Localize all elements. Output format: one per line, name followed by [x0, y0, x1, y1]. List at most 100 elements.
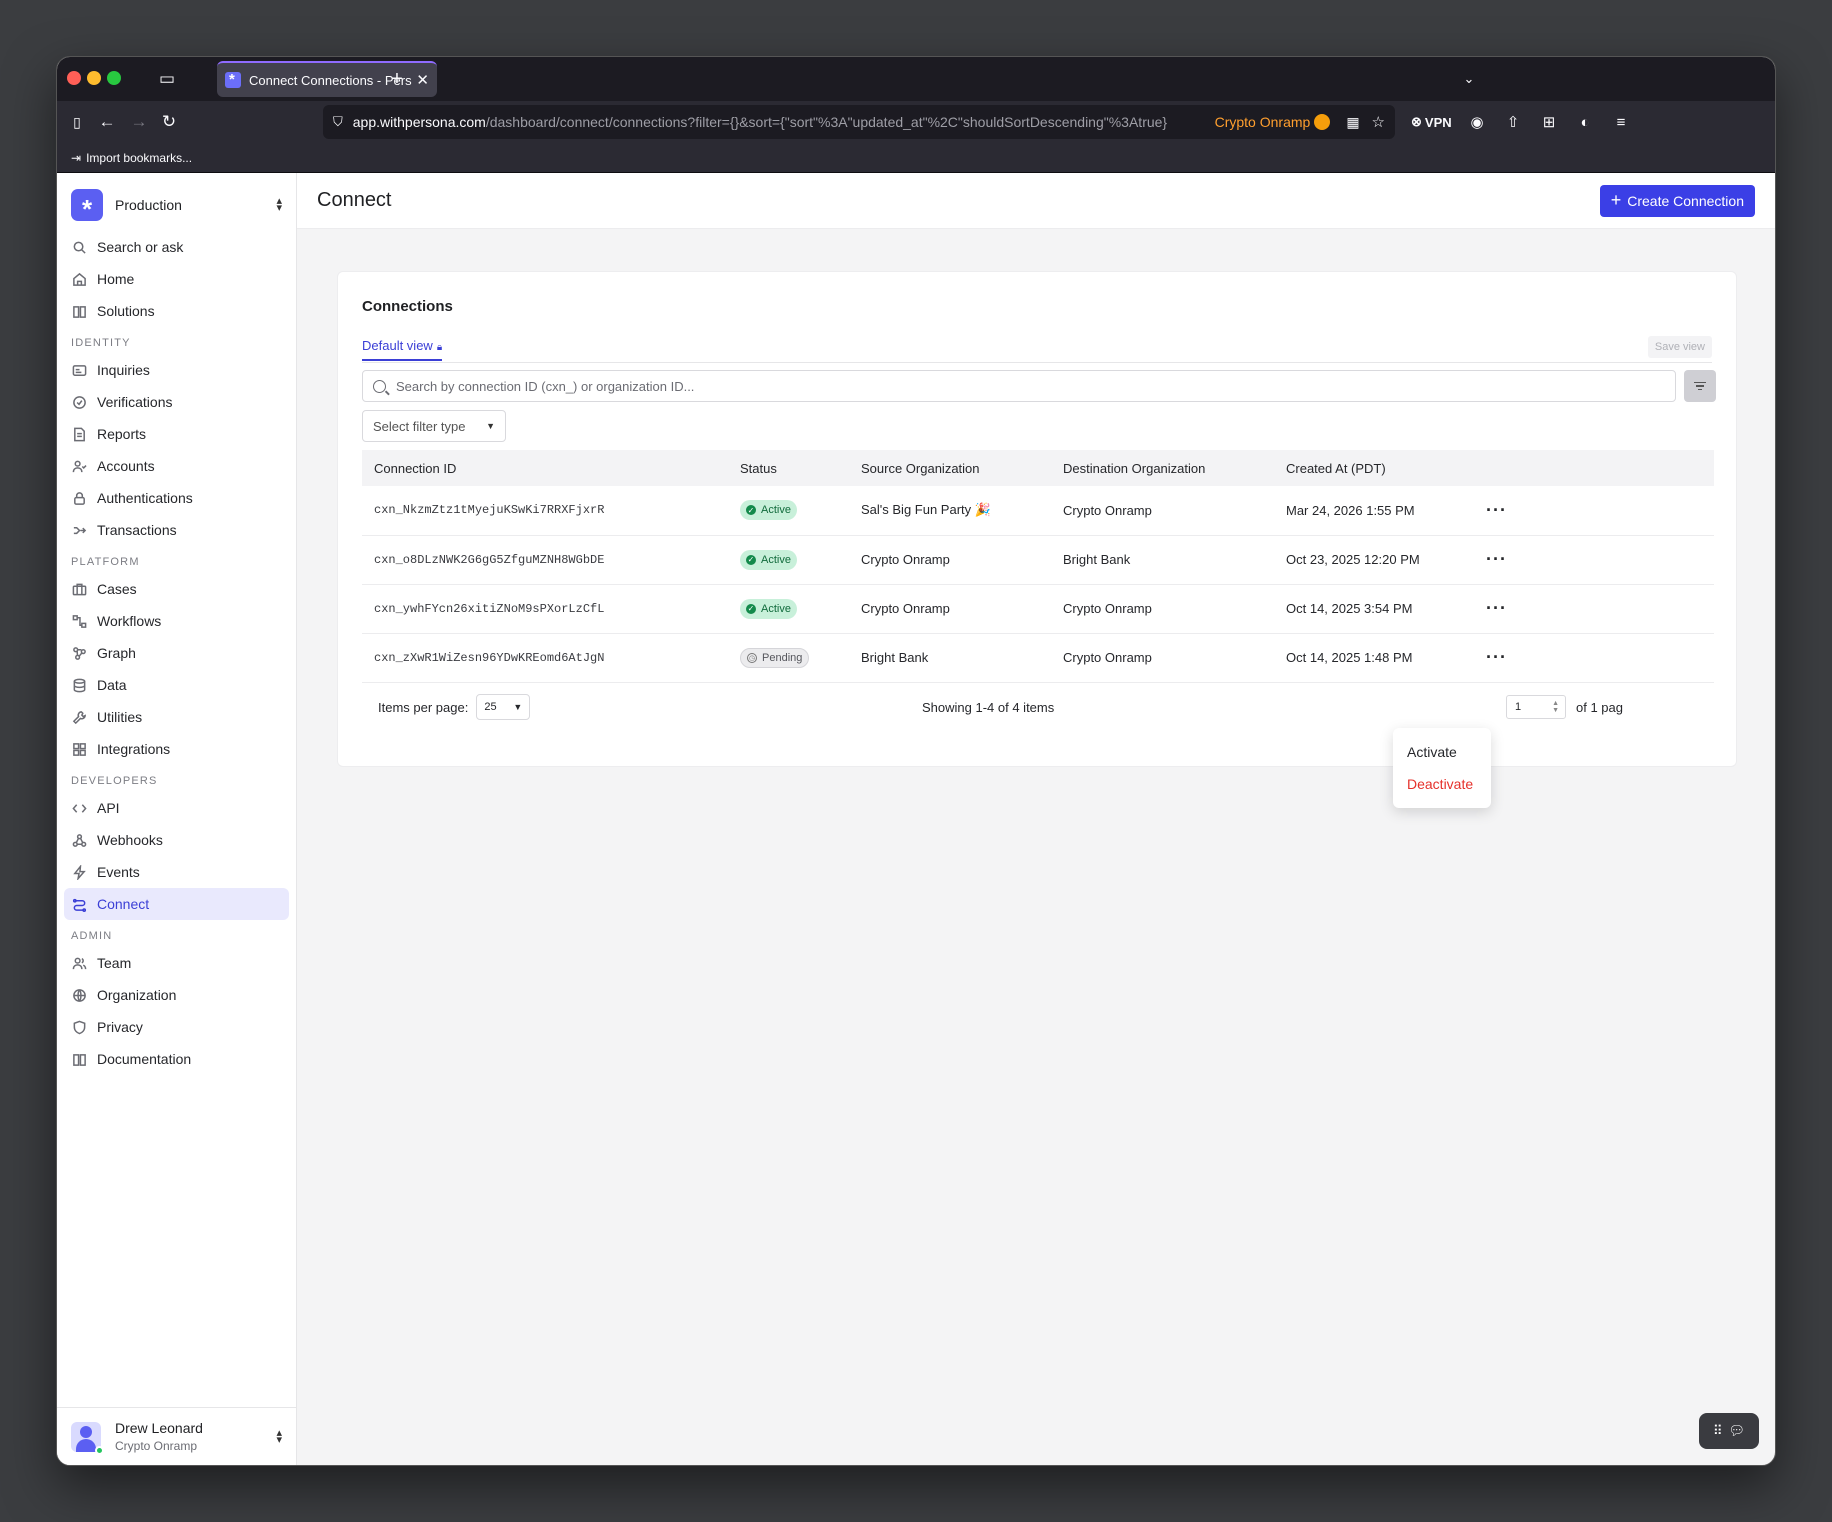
more-actions-icon[interactable]: ··· [1486, 598, 1507, 618]
sidebar-item-api[interactable]: API [64, 792, 289, 824]
back-icon[interactable]: ← [97, 112, 117, 132]
profile-icon[interactable]: ◐ [1575, 112, 1595, 132]
column-header-source-organization[interactable]: Source Organization [849, 450, 1051, 486]
sidebar-item-cases[interactable]: Cases [64, 573, 289, 605]
sidebar-item-privacy[interactable]: Privacy [64, 1011, 289, 1043]
menu-icon[interactable]: ≡ [1611, 112, 1631, 132]
sidebar-item-authentications[interactable]: Authentications [64, 482, 289, 514]
sidebar-item-transactions[interactable]: Transactions [64, 514, 289, 546]
bookmark-star-icon[interactable]: ☆ [1372, 113, 1385, 131]
url-path: /dashboard/connect/connections?filter={}… [485, 114, 1168, 130]
caret-down-icon: ▼ [513, 702, 523, 712]
table-row[interactable]: cxn_zXwR1WiZesn96YDwKREomd6AtJgN ◷ Pending… [362, 633, 1714, 682]
sidebar-item-solutions[interactable]: Solutions [64, 295, 289, 327]
column-header-connection-id[interactable]: Connection ID [362, 450, 728, 486]
shield-icon[interactable]: ⛉ [333, 114, 343, 130]
reload-icon[interactable]: ↻ [159, 112, 179, 132]
sidebar-item-label: Transactions [97, 522, 177, 538]
filter-type-placeholder: Select filter type [373, 418, 466, 434]
sidebar-item-label: Organization [97, 987, 177, 1003]
extensions-icon[interactable]: ⊞ [1539, 112, 1559, 132]
sidebar-nav: Search or ask Home Solutions IDENTITY Inquir… [57, 231, 296, 1075]
sidebar-item-team[interactable]: Team [64, 947, 289, 979]
sidebar-item-accounts[interactable]: Accounts [64, 450, 289, 482]
sidebar-item-workflows[interactable]: Workflows [64, 605, 289, 637]
forward-icon[interactable]: → [129, 112, 149, 132]
url-bar[interactable]: ⛉ app.withpersona.com /dashboard/connect… [323, 105, 1395, 139]
tab-list-chevron-icon[interactable]: ⌄ [1459, 69, 1479, 89]
sidebar-item-events[interactable]: Events [64, 856, 289, 888]
sidebar-section-developers: DEVELOPERS [71, 775, 158, 787]
share-icon[interactable]: ⇧ [1503, 112, 1523, 132]
status-badge: ✓ Active [740, 598, 797, 619]
sidebar-item-organization[interactable]: Organization [64, 979, 289, 1011]
user-menu[interactable]: Drew Leonard Crypto Onramp ▴ ▾ [57, 1407, 296, 1465]
code-icon [71, 800, 87, 816]
column-header-actions [1474, 450, 1714, 486]
qr-grid-icon[interactable]: ▦ [1346, 114, 1359, 131]
sidebar-item-data[interactable]: Data [64, 669, 289, 701]
support-chat-button[interactable]: ⠿ 💬︎ [1699, 1413, 1759, 1449]
extension-label[interactable]: Crypto Onramp [1215, 114, 1311, 130]
tab-manager-icon[interactable]: ▭ [157, 69, 177, 89]
activate-menu-item[interactable]: Activate [1393, 736, 1491, 768]
pagination: Items per page: 25 ▼ Showing 1-4 of 4 it… [362, 692, 1714, 722]
sidebar-item-documentation[interactable]: Documentation [64, 1043, 289, 1075]
webhook-icon [71, 832, 87, 848]
sidebar-item-reports[interactable]: Reports [64, 418, 289, 450]
save-view-button[interactable]: Save view [1647, 336, 1712, 358]
avatar [71, 1421, 104, 1455]
home-icon [71, 271, 87, 287]
sidebar-item-webhooks[interactable]: Webhooks [64, 824, 289, 856]
environment-switcher[interactable]: * Production ▴ ▾ [57, 173, 296, 231]
actions-cell: ··· [1474, 633, 1714, 682]
maximize-window-button[interactable] [107, 71, 121, 85]
sidebar-item-label: Cases [97, 581, 137, 597]
search-icon [373, 379, 386, 393]
sidebar-item-label: Accounts [97, 458, 155, 474]
default-view-label: Default view [362, 338, 433, 353]
check-circle-icon: ✓ [746, 505, 756, 516]
sidebar-toggle-icon[interactable]: ▯ [67, 112, 87, 132]
deactivate-menu-item[interactable]: Deactivate [1393, 768, 1491, 800]
online-status-icon [95, 1445, 104, 1455]
vpn-off-icon: ⊗ [1411, 114, 1422, 129]
new-tab-icon[interactable]: + [387, 68, 407, 90]
search-input[interactable]: Search by connection ID (cxn_) or organi… [362, 370, 1676, 402]
more-actions-icon[interactable]: ··· [1486, 647, 1507, 667]
items-per-page-select[interactable]: 25 ▼ [476, 694, 531, 720]
filter-type-select[interactable]: Select filter type ▼ [362, 410, 506, 442]
page-number-input[interactable]: 1 ▲ ▼ [1506, 695, 1566, 719]
source-organization-cell: Crypto Onramp [861, 601, 950, 616]
sidebar-item-graph[interactable]: Graph [64, 637, 289, 669]
more-actions-icon[interactable]: ··· [1486, 549, 1507, 569]
minimize-window-button[interactable] [87, 71, 101, 85]
close-window-button[interactable] [67, 71, 81, 85]
account-icon[interactable]: ◉ [1467, 112, 1487, 132]
stepper-icon[interactable]: ▲ ▼ [1552, 700, 1559, 714]
table-row[interactable]: cxn_ywhFYcn26xitiZNoM9sPXorLzCfL ✓ Active C… [362, 584, 1714, 633]
close-tab-icon[interactable]: ✕ [416, 71, 429, 89]
sidebar-item-connect[interactable]: Connect [64, 888, 289, 920]
vpn-button[interactable]: ⊗ VPN [1411, 112, 1452, 132]
column-header-created-at[interactable]: Created At (PDT) [1274, 450, 1474, 486]
sidebar-item-verifications[interactable]: Verifications [64, 386, 289, 418]
shield-icon [71, 1019, 87, 1035]
table-body: cxn_NkzmZtz1tMyejuKSwKi7RRXFjxrR ✓ Active S… [362, 486, 1714, 682]
sidebar-item-inquiries[interactable]: Inquiries [64, 354, 289, 386]
sidebar-item-home[interactable]: Home [64, 263, 289, 295]
filter-toggle-button[interactable] [1684, 370, 1716, 402]
sidebar-item-search-or-ask[interactable]: Search or ask [64, 231, 289, 263]
create-connection-button[interactable]: + Create Connection [1599, 184, 1755, 217]
more-actions-icon[interactable]: ··· [1486, 500, 1507, 520]
sidebar-item-utilities[interactable]: Utilities [64, 701, 289, 733]
table-row[interactable]: cxn_NkzmZtz1tMyejuKSwKi7RRXFjxrR ✓ Active S… [362, 486, 1714, 535]
import-bookmarks-link[interactable]: Import bookmarks... [86, 151, 192, 165]
wrench-icon [71, 709, 87, 725]
table-row[interactable]: cxn_o8DLzNWK2G6gG5ZfguMZNH8WGbDE ✓ Active C… [362, 535, 1714, 584]
column-header-status[interactable]: Status [728, 450, 849, 486]
sidebar-item-integrations[interactable]: Integrations [64, 733, 289, 765]
tab-default-view[interactable]: Default view 🔒︎ [362, 338, 443, 361]
briefcase-icon [71, 581, 87, 597]
column-header-destination-organization[interactable]: Destination Organization [1051, 450, 1274, 486]
